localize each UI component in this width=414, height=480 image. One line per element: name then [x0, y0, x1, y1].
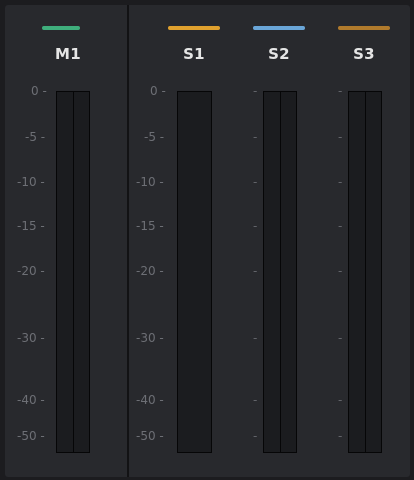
s3-dash-40: - [338, 393, 343, 407]
s3-dash-5: - [338, 130, 343, 144]
m1-tick-5: -5 - [25, 130, 46, 144]
s1-tick-20: -20 - [136, 264, 164, 278]
s1-tick-40: -40 - [136, 393, 164, 407]
s2-dash-10: - [253, 175, 258, 189]
audio-meter-panel: M1 S1 S2 S3 0 - -5 - -10 - -15 - -20 - -… [5, 5, 410, 477]
meter-s2 [263, 91, 297, 453]
s3-dash-50: - [338, 429, 343, 443]
s3-dash-20: - [338, 264, 343, 278]
s2-dash-40: - [253, 393, 258, 407]
m1-tick-0: 0 - [31, 84, 47, 98]
meter-m1-split [73, 92, 74, 452]
meter-s2-split [280, 92, 281, 452]
m1-tick-15: -15 - [17, 219, 45, 233]
s1-tick-50: -50 - [136, 429, 164, 443]
s1-tick-5: -5 - [144, 130, 165, 144]
s2-dash-5: - [253, 130, 258, 144]
s3-dash-10: - [338, 175, 343, 189]
m1-tick-10: -10 - [17, 175, 45, 189]
channel-color-bar-m1 [42, 26, 80, 30]
s2-dash-20: - [253, 264, 258, 278]
s2-dash-0: - [253, 84, 258, 98]
s1-tick-30: -30 - [136, 331, 164, 345]
meter-m1 [56, 91, 90, 453]
s3-dash-0: - [338, 84, 343, 98]
m1-tick-50: -50 - [17, 429, 45, 443]
meter-s3-split [365, 92, 366, 452]
s1-tick-10: -10 - [136, 175, 164, 189]
s1-tick-0: 0 - [150, 84, 166, 98]
channel-label-s1: S1 [183, 45, 205, 63]
channel-label-s3: S3 [353, 45, 375, 63]
m1-tick-40: -40 - [17, 393, 45, 407]
meter-s3 [348, 91, 382, 453]
meter-s1 [177, 91, 212, 453]
channel-label-s2: S2 [268, 45, 290, 63]
monitor-divider [127, 5, 129, 477]
s3-dash-30: - [338, 331, 343, 345]
m1-tick-20: -20 - [17, 264, 45, 278]
channel-color-bar-s1 [168, 26, 220, 30]
s1-tick-15: -15 - [136, 219, 164, 233]
s2-dash-15: - [253, 219, 258, 233]
s3-dash-15: - [338, 219, 343, 233]
channel-color-bar-s2 [253, 26, 305, 30]
s2-dash-50: - [253, 429, 258, 443]
channel-color-bar-s3 [338, 26, 390, 30]
channel-label-m1: M1 [55, 45, 81, 63]
s2-dash-30: - [253, 331, 258, 345]
m1-tick-30: -30 - [17, 331, 45, 345]
